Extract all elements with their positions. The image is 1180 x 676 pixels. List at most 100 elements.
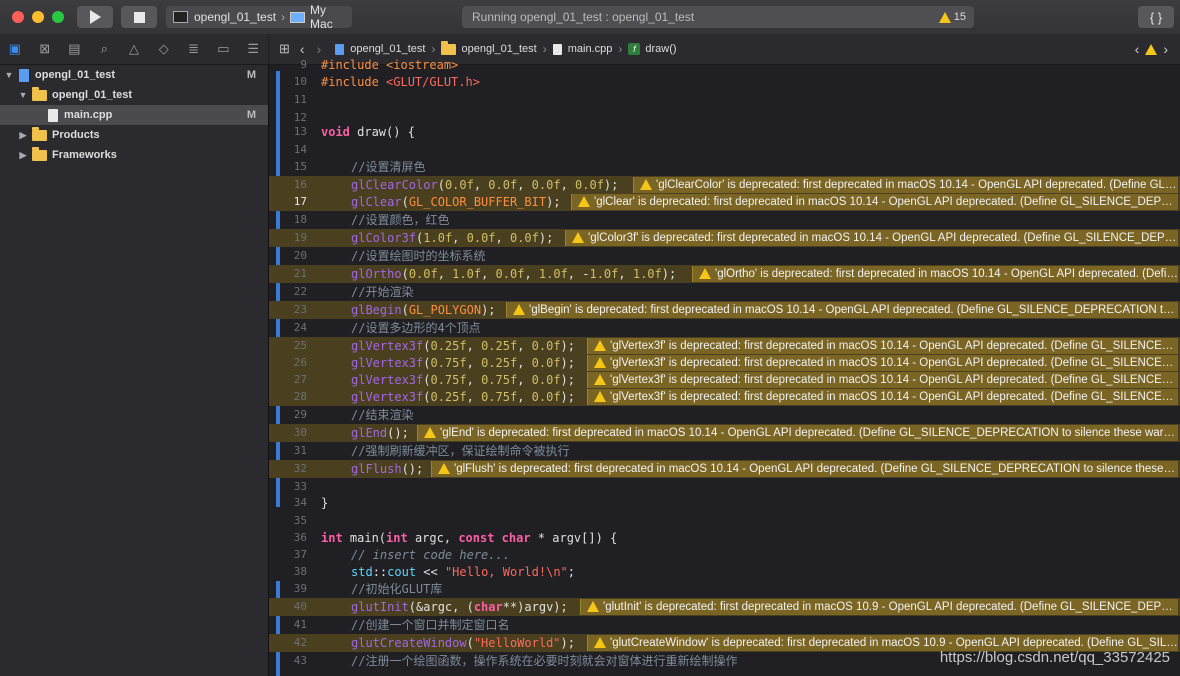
code-line[interactable]: 36 int main(int argc, const char * argv[… [269,529,1180,547]
crumb-group[interactable]: opengl_01_test [441,40,537,55]
stop-button[interactable] [121,6,157,28]
code-line[interactable]: 18 //设置颜色，红色 [269,211,1180,229]
line-number: 15 [293,160,307,173]
line-number: 34 [293,496,307,509]
tree-item-project[interactable]: ▼ opengl_01_test M [0,65,268,85]
mac-icon [290,11,306,23]
code-line[interactable]: 22 //开始渲染 [269,283,1180,301]
line-number: 18 [293,213,307,226]
code-line[interactable]: 40 glutInit(&argc, (char**)argv); 'glutI… [269,598,1180,616]
warning-message[interactable]: 'glVertex3f' is deprecated: first deprec… [587,372,1178,388]
code-line[interactable]: 23 glBegin(GL_POLYGON); 'glBegin' is dep… [269,301,1180,319]
folder-icon [32,86,47,101]
code-line[interactable]: 13 void draw() { [269,123,1180,141]
warning-message[interactable]: 'glFlush' is deprecated: first deprecate… [431,461,1178,477]
scheme-selector[interactable]: opengl_01_test › My Mac [166,3,352,31]
warning-message[interactable]: 'glVertex3f' is deprecated: first deprec… [587,338,1178,354]
disclosure-closed-icon[interactable]: ▶ [18,130,28,141]
code-line[interactable]: 21 glOrtho(0.0f, 1.0f, 0.0f, 1.0f, -1.0f… [269,265,1180,283]
warning-message[interactable]: 'glVertex3f' is deprecated: first deprec… [587,355,1178,371]
line-number: 42 [293,636,307,649]
disclosure-open-icon[interactable]: ▼ [4,70,14,80]
folder-icon [441,40,457,55]
code-line[interactable]: 26 glVertex3f(0.75f, 0.25f, 0.0f); 'glVe… [269,354,1180,372]
crumb-separator-icon: › [618,42,623,56]
code-line[interactable]: 27 glVertex3f(0.75f, 0.75f, 0.0f); 'glVe… [269,371,1180,389]
crumb-project[interactable]: opengl_01_test [335,43,425,55]
close-window-button[interactable] [12,11,24,23]
code-line[interactable]: 11 [269,91,1180,109]
warning-message[interactable]: 'glOrtho' is deprecated: first deprecate… [692,266,1178,282]
warning-icon [578,196,590,207]
warning-message[interactable]: 'glClearColor' is deprecated: first depr… [633,177,1178,193]
code-line[interactable]: 9 #include <iostream> [269,56,1180,74]
code-line[interactable]: 30 glEnd(); 'glEnd' is deprecated: first… [269,424,1180,442]
run-button[interactable] [77,6,113,28]
code-line[interactable]: 17 glClear(GL_COLOR_BUFFER_BIT); 'glClea… [269,193,1180,211]
code-line[interactable]: 35 [269,512,1180,530]
source-control-icon[interactable]: ⊠ [30,41,60,57]
activity-status: Running opengl_01_test : opengl_01_test … [462,6,974,28]
crumb-file[interactable]: main.cpp [552,43,612,55]
warning-message[interactable]: 'glVertex3f' is deprecated: first deprec… [587,389,1178,405]
code-text: glClear(GL_COLOR_BUFFER_BIT); [351,195,561,209]
code-line[interactable]: 39 //初始化GLUT库 [269,580,1180,598]
tree-item-group[interactable]: ▼ opengl_01_test [0,85,268,105]
minimize-window-button[interactable] [32,11,44,23]
warning-icon [594,374,606,385]
code-line[interactable]: 34 } [269,494,1180,512]
next-issue-icon[interactable]: › [1163,41,1168,57]
tree-item-label: Products [52,129,100,141]
warning-message[interactable]: 'glBegin' is deprecated: first deprecate… [506,302,1178,318]
disclosure-closed-icon[interactable]: ▶ [18,150,28,161]
disclosure-open-icon[interactable]: ▼ [18,90,28,100]
code-line[interactable]: 38 std::cout << "Hello, World!\n"; [269,563,1180,581]
folder-navigator-icon[interactable]: ▣ [0,41,30,57]
test-navigator-icon[interactable]: ◇ [149,41,179,57]
warning-message[interactable]: 'glColor3f' is deprecated: first depreca… [565,230,1178,246]
code-line[interactable]: 25 glVertex3f(0.25f, 0.25f, 0.0f); 'glVe… [269,337,1180,355]
tree-item-main-cpp[interactable]: main.cpp M [0,105,268,125]
warning-message[interactable]: 'glClear' is deprecated: first deprecate… [571,194,1178,210]
warning-message[interactable]: 'glEnd' is deprecated: first deprecated … [417,425,1178,441]
find-navigator-icon[interactable]: ⌕ [89,41,119,57]
code-line[interactable]: 10 #include <GLUT/GLUT.h> [269,73,1180,91]
code-line[interactable]: 19 glColor3f(1.0f, 0.0f, 0.0f); 'glColor… [269,229,1180,247]
debug-navigator-icon[interactable]: ≣ [179,41,209,57]
library-button[interactable]: { } [1138,6,1174,28]
code-text: glColor3f(1.0f, 0.0f, 0.0f); [351,231,554,245]
code-line[interactable]: 28 glVertex3f(0.25f, 0.75f, 0.0f); 'glVe… [269,388,1180,406]
folder-icon [32,146,47,161]
code-line[interactable]: 20 //设置绘图时的坐标系统 [269,247,1180,265]
line-number: 9 [300,58,307,71]
code-line[interactable]: 15 //设置清屏色 [269,158,1180,176]
code-line[interactable]: 29 //结束渲染 [269,406,1180,424]
tree-item-products[interactable]: ▶ Products [0,125,268,145]
warning-text: 'glVertex3f' is deprecated: first deprec… [610,374,1178,386]
symbol-navigator-icon[interactable]: ▤ [60,41,90,57]
code-line[interactable]: 31 //强制刷新缓冲区，保证绘制命令被执行 [269,442,1180,460]
code-line[interactable]: 41 //创建一个窗口并制定窗口名 [269,616,1180,634]
project-icon [19,68,29,82]
tree-item-frameworks[interactable]: ▶ Frameworks [0,145,268,165]
warning-icon[interactable] [1145,43,1158,55]
forward-icon[interactable]: › [317,41,322,57]
previous-issue-icon[interactable]: ‹ [1135,41,1140,57]
code-line[interactable]: 32 glFlush(); 'glFlush' is deprecated: f… [269,460,1180,478]
code-line[interactable]: 16 glClearColor(0.0f, 0.0f, 0.0f, 0.0f);… [269,176,1180,194]
code-line[interactable]: 24 //设置多边形的4个顶点 [269,319,1180,337]
report-navigator-icon[interactable]: ☰ [238,41,268,57]
warnings-indicator[interactable]: 15 [938,11,966,23]
zoom-window-button[interactable] [52,11,64,23]
code-line[interactable]: 37 // insert code here... [269,546,1180,564]
breakpoint-navigator-icon[interactable]: ▭ [208,41,238,57]
warning-icon [699,268,711,279]
watermark: https://blog.csdn.net/qq_33572425 [939,649,1170,666]
code-line[interactable]: 14 [269,141,1180,159]
related-items-icon[interactable]: ⊞ [279,41,290,57]
issue-navigator-icon[interactable]: △ [119,41,149,57]
crumb-function[interactable]: f draw() [628,43,677,55]
back-icon[interactable]: ‹ [300,41,305,57]
code-comment: //设置多边形的4个顶点 [351,321,481,335]
warning-message[interactable]: 'glutInit' is deprecated: first deprecat… [580,599,1178,615]
